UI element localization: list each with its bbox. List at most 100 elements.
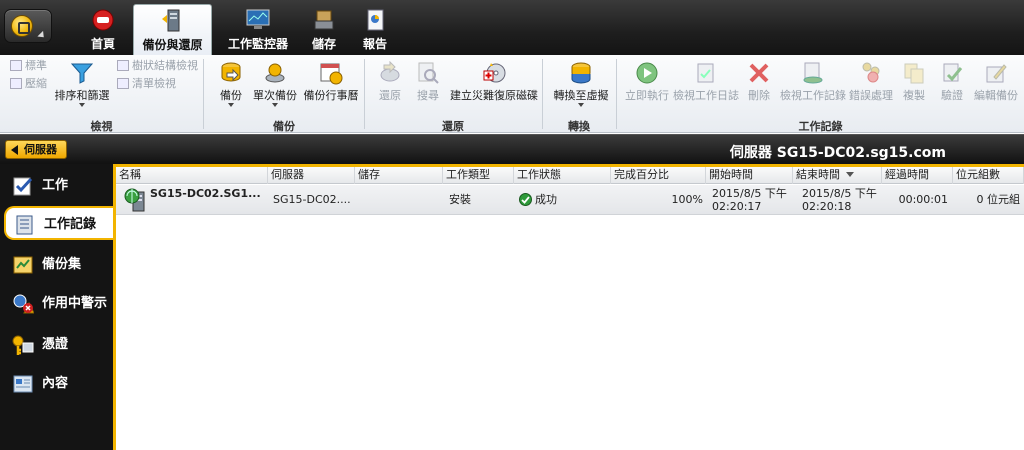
column-header-end-time[interactable]: 結束時間: [793, 167, 882, 184]
copy-icon: [904, 63, 924, 84]
properties-icon: [13, 375, 33, 393]
run-now-label: 立即執行: [625, 89, 669, 102]
list-view-button[interactable]: 清單檢視: [117, 76, 176, 92]
tree-view-button[interactable]: 樹狀結構檢視: [117, 58, 198, 74]
tab-storage[interactable]: 儲存: [304, 4, 344, 55]
column-header-name[interactable]: 名稱: [116, 167, 268, 184]
home-icon: [92, 9, 114, 31]
convert-to-virtual-button[interactable]: 轉換至虛擬: [550, 59, 612, 107]
sidebar-item-backup-sets[interactable]: 備份集: [4, 248, 113, 282]
cell-job-type: 安裝: [449, 193, 471, 206]
cell-end-time: 2015/8/5 下午 02:20:18: [802, 185, 882, 215]
view-standard-button[interactable]: 標準: [10, 58, 47, 74]
disaster-recovery-disk-icon: [483, 63, 506, 83]
tree-view-icon: [117, 60, 129, 71]
back-arrow-icon: [11, 145, 18, 155]
table-row[interactable]: SG15-DC02.SG1... SG15-DC02.... 安裝 成功 100…: [116, 185, 1024, 215]
delete-icon: [749, 63, 769, 83]
sidebar-item-label: 作用中警示: [42, 296, 108, 311]
column-header-label: 工作狀態: [517, 168, 561, 181]
location-bar: 伺服器 伺服器 SG15-DC02.sg15.com: [0, 134, 1024, 164]
application-menu-button[interactable]: [4, 9, 52, 43]
restore-icon: [380, 61, 400, 82]
sidebar: 工作 工作記錄 備份集 作用中警示 憑證 內容: [0, 164, 113, 450]
backup-restore-icon: [161, 9, 179, 32]
group-label-view: 檢視: [90, 120, 113, 133]
tab-job-monitor[interactable]: 工作監控器: [222, 4, 294, 55]
error-handling-button[interactable]: 錯誤處理: [848, 59, 894, 103]
backup-calendar-label: 備份行事曆: [303, 89, 359, 102]
group-label-job-history: 工作記錄: [798, 120, 843, 133]
sidebar-item-credentials[interactable]: 憑證: [4, 328, 113, 362]
error-handling-icon: [862, 62, 880, 83]
tree-view-label: 樹狀結構檢視: [132, 59, 198, 72]
sort-filter-button[interactable]: 排序和篩選: [52, 59, 112, 107]
server-job-icon: [124, 188, 145, 212]
one-time-backup-label: 單次備份: [253, 89, 297, 102]
sort-filter-label: 排序和篩選: [54, 89, 110, 102]
restore-label: 還原: [379, 89, 401, 102]
search-button[interactable]: 搜尋: [413, 59, 443, 103]
active-alerts-icon: [13, 294, 34, 314]
view-job-history-button[interactable]: 檢視工作記錄: [780, 59, 846, 103]
column-header-server[interactable]: 伺服器: [268, 167, 355, 184]
edit-backup-button[interactable]: 編輯備份: [972, 59, 1020, 103]
filter-icon: [70, 63, 94, 84]
page-title: 伺服器 SG15-DC02.sg15.com: [729, 145, 946, 161]
sort-descending-icon: [846, 172, 854, 177]
view-compact-button[interactable]: 壓縮: [10, 76, 47, 92]
start-time-text: 02:20:17: [712, 200, 762, 213]
job-monitor-icon: [246, 9, 270, 29]
backup-button[interactable]: 備份: [214, 59, 248, 107]
view-job-log-button[interactable]: 檢視工作日誌: [673, 59, 739, 103]
start-date-text: 2015/8/5 下午: [712, 187, 787, 200]
end-time-text: 02:20:18: [802, 200, 852, 213]
copy-button[interactable]: 複製: [899, 59, 929, 103]
verify-label: 驗證: [941, 89, 963, 102]
view-standard-label: 標準: [25, 59, 47, 72]
tab-home-label: 首頁: [90, 37, 115, 51]
disaster-recovery-label: 建立災難復原磁碟: [450, 89, 538, 102]
dropdown-arrow-icon: [79, 103, 85, 107]
column-header-storage[interactable]: 儲存: [355, 167, 443, 184]
column-header-label: 儲存: [358, 168, 380, 181]
sidebar-item-properties[interactable]: 內容: [4, 367, 113, 401]
table-header: 名稱 伺服器 儲存 工作類型 工作狀態 完成百分比 開始時間 結束時間 經過時間…: [116, 167, 1024, 184]
one-time-backup-icon: [265, 63, 285, 83]
tab-backup-restore[interactable]: 備份與還原: [133, 4, 212, 55]
backup-icon: [221, 62, 241, 82]
tab-backup-restore-label: 備份與還原: [142, 38, 203, 52]
backup-label: 備份: [220, 89, 242, 102]
column-header-job-type[interactable]: 工作類型: [443, 167, 514, 184]
sidebar-item-job-history[interactable]: 工作記錄: [4, 206, 113, 240]
one-time-backup-button[interactable]: 單次備份: [250, 59, 300, 107]
dropdown-arrow-icon: [578, 103, 584, 107]
verify-button[interactable]: 驗證: [937, 59, 967, 103]
column-header-start-time[interactable]: 開始時間: [706, 167, 793, 184]
column-header-byte-count[interactable]: 位元組數: [953, 167, 1024, 184]
tab-reports[interactable]: 報告: [355, 4, 395, 55]
app-logo-icon: [11, 15, 33, 37]
column-header-job-status[interactable]: 工作狀態: [514, 167, 611, 184]
sidebar-item-active-alerts[interactable]: 作用中警示: [4, 287, 113, 321]
top-bar: 首頁 備份與還原 工作監控器 儲存 報告: [0, 0, 1024, 55]
column-header-elapsed-time[interactable]: 經過時間: [882, 167, 953, 184]
verify-icon: [943, 63, 963, 82]
column-header-percent-complete[interactable]: 完成百分比: [611, 167, 706, 184]
run-now-button[interactable]: 立即執行: [624, 59, 670, 103]
cell-percent-complete: 100%: [671, 193, 703, 206]
tab-home[interactable]: 首頁: [74, 4, 132, 55]
disaster-recovery-disk-button[interactable]: 建立災難復原磁碟: [450, 59, 538, 103]
cell-job-status: 成功: [535, 193, 557, 206]
backup-calendar-button[interactable]: 備份行事曆: [302, 59, 360, 103]
group-label-backup: 備份: [273, 120, 295, 133]
sidebar-item-jobs[interactable]: 工作: [4, 169, 113, 203]
back-to-servers-button[interactable]: 伺服器: [5, 140, 67, 159]
delete-button[interactable]: 刪除: [744, 59, 774, 103]
column-header-label: 工作類型: [446, 168, 490, 181]
job-log-icon: [697, 63, 714, 83]
cell-elapsed-time: 00:00:01: [898, 193, 948, 206]
job-history-table: 名稱 伺服器 儲存 工作類型 工作狀態 完成百分比 開始時間 結束時間 經過時間…: [113, 164, 1024, 450]
view-compact-label: 壓縮: [25, 77, 47, 90]
restore-button[interactable]: 還原: [374, 59, 406, 103]
